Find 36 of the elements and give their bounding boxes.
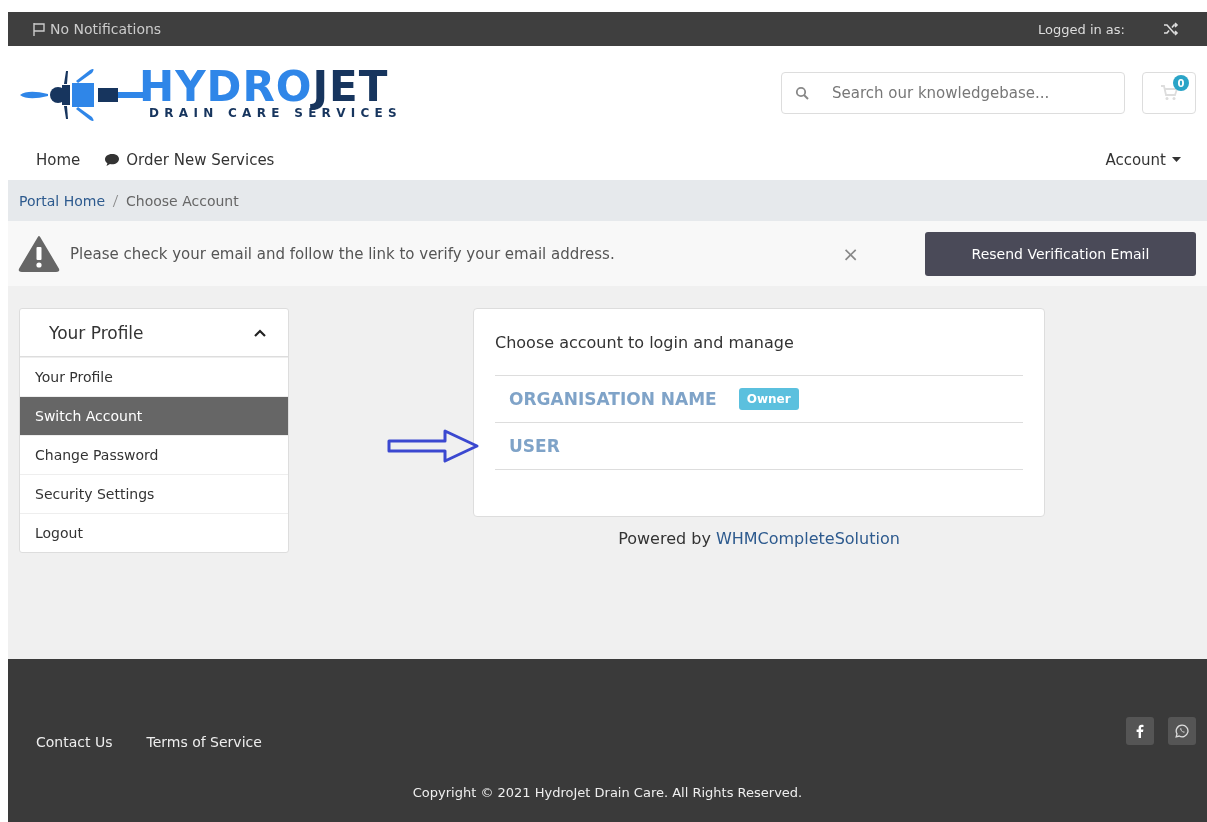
- search-field[interactable]: Search our knowledgebase...: [781, 72, 1125, 114]
- shuffle-icon[interactable]: [1163, 22, 1179, 36]
- resend-button[interactable]: Resend Verification Email: [925, 231, 1196, 276]
- sidebar-title: Your Profile: [49, 322, 144, 343]
- cart-icon: [1160, 85, 1178, 101]
- facebook-button[interactable]: [1126, 717, 1154, 745]
- copyright-text: Copyright © 2021 HydroJet Drain Care. All Rights Reserved.: [411, 785, 804, 800]
- nav-link[interactable]: Home: [36, 151, 81, 169]
- caret-icon: [1172, 157, 1181, 163]
- logged-in-label: Logged in as:: [1038, 21, 1125, 37]
- powered-by-link[interactable]: WHMCompleteSolution: [715, 529, 900, 548]
- sidebar-item[interactable]: Switch Account: [20, 396, 288, 435]
- chat-bubble-icon: [1175, 724, 1189, 738]
- breadcrumb-current: Choose Account: [126, 192, 239, 209]
- facebook-icon: [1136, 724, 1144, 738]
- card-heading: Choose account to login and manage: [495, 333, 795, 352]
- sidebar-item[interactable]: Logout: [20, 513, 288, 552]
- alert-message: Please check your email and follow the link to verify your email address.: [70, 244, 615, 263]
- cart-count-badge: 0: [1173, 75, 1189, 91]
- search-icon: [795, 86, 809, 100]
- sidebar-header[interactable]: Your Profile: [20, 309, 288, 357]
- warning-icon: [18, 234, 60, 273]
- speech-bubble-icon: [104, 153, 121, 167]
- sidebar-item[interactable]: Change Password: [20, 435, 288, 474]
- footer-link[interactable]: Contact Us: [36, 734, 113, 750]
- flag-icon: [32, 22, 46, 36]
- powered-by-text: Powered by: [618, 529, 711, 548]
- breadcrumb-link[interactable]: Portal Home: [19, 192, 106, 209]
- notifications-link[interactable]: No Notifications: [32, 21, 162, 37]
- owner-badge: Owner: [738, 388, 799, 410]
- whatsapp-button[interactable]: [1168, 717, 1196, 745]
- footer-link[interactable]: Terms of Service: [146, 734, 262, 750]
- account-menu[interactable]: Account: [1105, 151, 1181, 169]
- nav-link[interactable]: Order New Services: [104, 151, 275, 169]
- sidebar-item[interactable]: Security Settings: [20, 474, 288, 513]
- logo-wordmark: HYDROJET: [139, 66, 389, 108]
